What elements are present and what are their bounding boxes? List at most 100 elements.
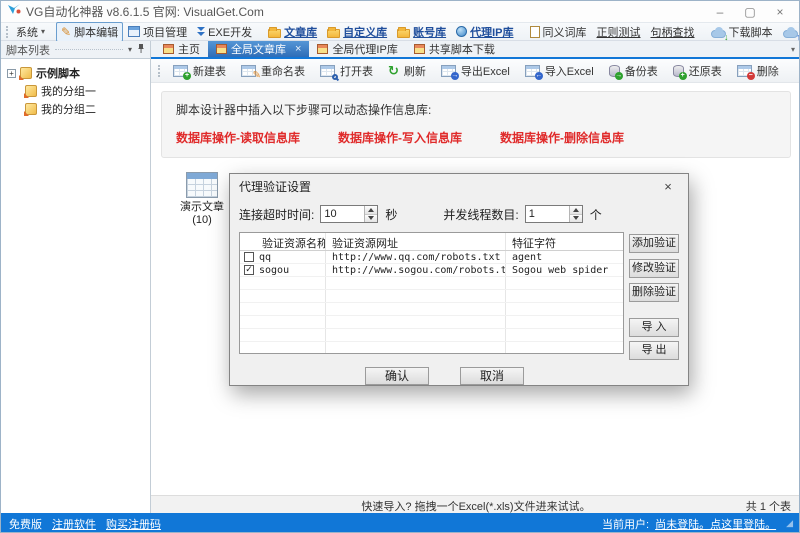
tab-global-article-library[interactable]: 全局文章库× — [208, 41, 309, 57]
timeout-label: 连接超时时间: — [239, 206, 314, 223]
globe-icon — [456, 26, 467, 37]
dialog-close-icon[interactable]: × — [657, 179, 679, 194]
spin-up-icon[interactable] — [570, 206, 582, 214]
column-header-url: 验证资源网址 — [326, 233, 506, 250]
buy-license-link[interactable]: 购买注册码 — [106, 516, 161, 532]
pencil-icon: ✎ — [61, 26, 71, 38]
button-rename-table[interactable]: ✎重命名表 — [235, 61, 311, 81]
folder-icon — [397, 29, 410, 38]
tree-item-example-scripts[interactable]: + 示例脚本 — [1, 64, 150, 82]
script-group-icon — [25, 85, 37, 97]
link-db-read[interactable]: 数据库操作-读取信息库 — [176, 129, 300, 146]
link-db-delete[interactable]: 数据库操作-删除信息库 — [500, 129, 624, 146]
info-hint: 脚本设计器中插入以下步骤可以动态操作信息库: — [176, 101, 776, 118]
delete-verify-button[interactable]: 删除验证 — [629, 283, 679, 302]
spin-up-icon[interactable] — [365, 206, 377, 214]
dialog-title: 代理验证设置 — [239, 178, 311, 195]
checkbox-checked[interactable]: ✓ — [244, 265, 254, 275]
database-restore-icon: + — [673, 65, 684, 77]
tab-shared-script-download[interactable]: 共享脚本下载 — [406, 41, 503, 57]
button-script-edit[interactable]: ✎脚本编辑 — [56, 22, 123, 42]
tree-item-my-group-1[interactable]: 我的分组一 — [1, 82, 150, 100]
table-row-sogou[interactable]: ✓ sogou http://www.sogou.com/robots.txt … — [240, 264, 623, 277]
button-regex-test[interactable]: 正则测试 — [592, 22, 646, 42]
excel-export-icon: → — [441, 65, 456, 77]
button-restore-table[interactable]: +还原表 — [667, 61, 728, 81]
button-project-manage[interactable]: 项目管理 — [123, 22, 192, 42]
maximize-button[interactable]: ▢ — [735, 2, 765, 22]
toolbar-grip — [6, 26, 8, 38]
info-panel: 脚本设计器中插入以下步骤可以动态操作信息库: 数据库操作-读取信息库 数据库操作… — [161, 91, 791, 158]
table-icon — [216, 44, 227, 54]
table-item-demo-article[interactable]: 演示文章 (10) — [173, 172, 231, 227]
close-button[interactable]: × — [765, 2, 795, 22]
resource-url: http://www.qq.com/robots.txt — [326, 251, 506, 263]
threads-unit: 个 — [590, 206, 602, 223]
button-article-library[interactable]: 文章库 — [263, 22, 322, 42]
cancel-button[interactable]: 取消 — [460, 367, 524, 385]
tab-global-proxy-ip-library[interactable]: 全局代理IP库 — [309, 41, 405, 57]
window-title: VG自动化神器 v8.6.1.5 官网: VisualGet.Com — [26, 3, 264, 20]
button-synonym-library[interactable]: 同义词库 — [525, 22, 592, 42]
spinner-buttons — [569, 206, 582, 222]
button-export-excel[interactable]: →导出Excel — [435, 61, 516, 81]
pin-icon[interactable] — [137, 43, 145, 57]
minimize-button[interactable]: – — [705, 2, 735, 22]
tab-close-icon[interactable]: × — [295, 43, 301, 55]
column-header-feature: 特征字符 — [506, 233, 623, 250]
threads-value[interactable]: 1 — [526, 206, 569, 222]
spin-down-icon[interactable] — [365, 214, 377, 223]
spin-down-icon[interactable] — [570, 214, 582, 223]
content-status-bar: 快速导入? 拖拽一个Excel(*.xls)文件进来试试。 共 1 个表 — [151, 495, 800, 513]
button-refresh[interactable]: ↻刷新 — [382, 61, 432, 81]
add-verify-button[interactable]: 添加验证 — [629, 234, 679, 253]
checkbox-unchecked[interactable] — [244, 252, 254, 262]
table-new-icon: + — [173, 65, 188, 77]
register-software-link[interactable]: 注册软件 — [52, 516, 96, 532]
timeout-unit: 秒 — [385, 206, 397, 223]
confirm-button[interactable]: 确认 — [365, 367, 429, 385]
button-open-table[interactable]: 打开表 — [314, 61, 379, 81]
button-backup-table[interactable]: →备份表 — [603, 61, 664, 81]
table-row-qq[interactable]: qq http://www.qq.com/robots.txt agent — [240, 251, 623, 264]
script-group-icon — [25, 103, 37, 115]
database-backup-icon: → — [609, 65, 620, 77]
button-exe-develop[interactable]: EXE开发 — [192, 22, 257, 42]
threads-stepper[interactable]: 1 — [525, 205, 583, 223]
current-user-area: 当前用户: 尚未登陆。点这里登陆。 ◢ — [602, 516, 793, 532]
login-link[interactable]: 尚未登陆。点这里登陆。 — [655, 516, 776, 532]
button-proxy-ip-library[interactable]: 代理IP库 — [451, 22, 518, 42]
dialog-title-bar: 代理验证设置 × — [230, 174, 688, 198]
quick-import-hint: 快速导入? 拖拽一个Excel(*.xls)文件进来试试。 — [151, 498, 800, 514]
tab-home[interactable]: 主页 — [155, 41, 208, 57]
table-item-name: 演示文章 — [173, 201, 231, 214]
button-account-library[interactable]: 账号库 — [392, 22, 451, 42]
menu-system[interactable]: 系统▾ — [11, 22, 50, 42]
timeout-stepper[interactable]: 10 — [320, 205, 378, 223]
button-download-script[interactable]: ↓下载脚本 — [706, 22, 778, 42]
button-delete-table[interactable]: −删除 — [731, 61, 785, 81]
chevron-down-icon[interactable]: ▾ — [128, 45, 132, 54]
import-button[interactable]: 导 入 — [629, 318, 679, 337]
timeout-value[interactable]: 10 — [321, 206, 364, 222]
tree-item-my-group-2[interactable]: 我的分组二 — [1, 100, 150, 118]
export-button[interactable]: 导 出 — [629, 341, 679, 360]
dialog-controls-row: 连接超时时间: 10 秒 并发线程数目: 1 个 — [239, 205, 679, 223]
expand-icon[interactable]: + — [7, 69, 16, 78]
button-handle-finder[interactable]: 句柄查找 — [646, 22, 700, 42]
verify-resource-table: 验证资源名称 验证资源网址 特征字符 qq http://www.qq.com/… — [239, 232, 624, 354]
modify-verify-button[interactable]: 修改验证 — [629, 259, 679, 278]
button-custom-library[interactable]: 自定义库 — [322, 22, 392, 42]
title-bar: VG自动化神器 v8.6.1.5 官网: VisualGet.Com – ▢ × — [1, 1, 800, 23]
button-new-table[interactable]: +新建表 — [167, 61, 232, 81]
app-status-bar: 免费版 注册软件 购买注册码 当前用户: 尚未登陆。点这里登陆。 ◢ — [1, 513, 800, 533]
chevron-down-icon[interactable]: ▾ — [791, 45, 795, 54]
project-icon — [128, 26, 140, 37]
table-open-icon — [320, 65, 335, 77]
window-controls: – ▢ × — [705, 2, 795, 22]
sidebar-header: 脚本列表 ▾ — [1, 41, 151, 59]
link-db-write[interactable]: 数据库操作-写入信息库 — [338, 129, 462, 146]
button-upload-script[interactable]: ↑上传脚本 — [778, 22, 800, 42]
button-import-excel[interactable]: ←导入Excel — [519, 61, 600, 81]
empty-row — [240, 329, 623, 342]
